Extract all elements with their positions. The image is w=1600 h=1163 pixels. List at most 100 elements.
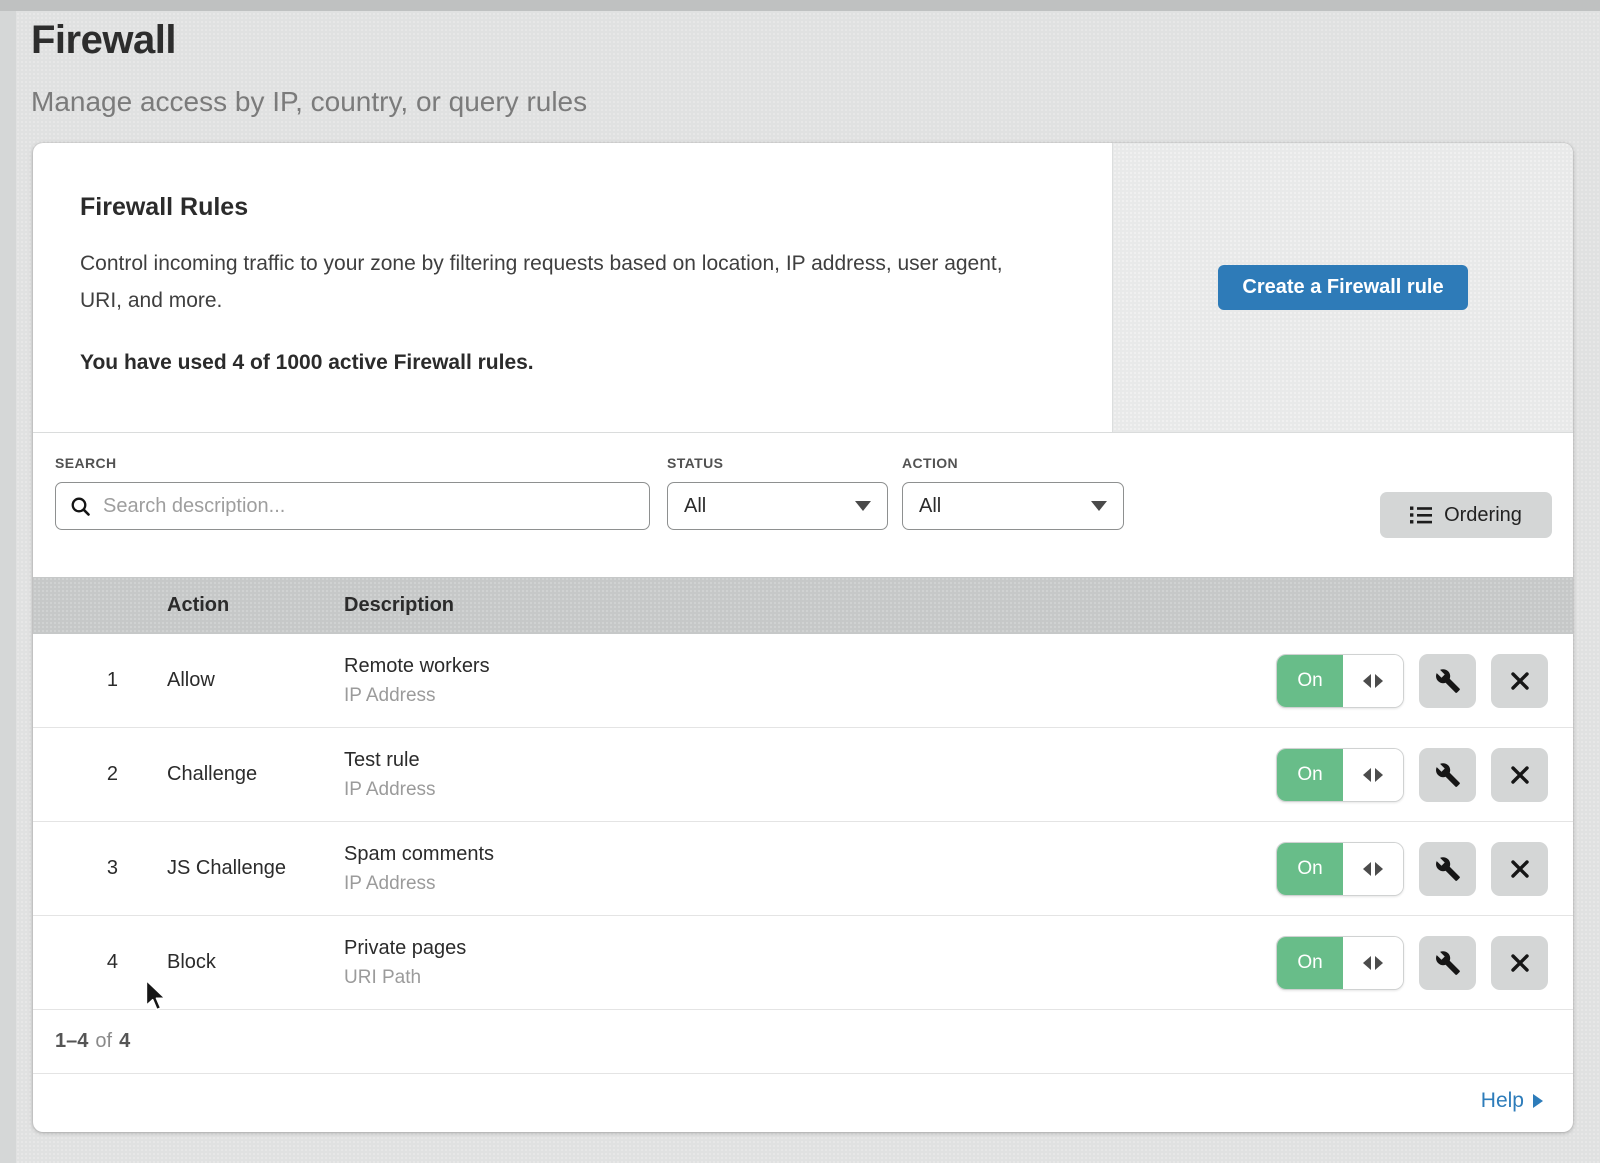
rule-priority: 4 [33,951,167,974]
table-header: Action Description [33,577,1573,634]
filter-bar: SEARCH STATUS All ACTION All [33,433,1573,577]
toggle-on-label: On [1277,937,1343,989]
edit-rule-button[interactable] [1419,654,1476,708]
rule-controls: On [1276,842,1573,896]
delete-rule-button[interactable] [1491,842,1548,896]
rule-enabled-toggle[interactable]: On [1276,748,1404,802]
page-subtitle: Manage access by IP, country, or query r… [31,64,587,118]
search-field: SEARCH [55,455,650,530]
rule-match-type: URI Path [344,967,1276,989]
card-description: Control incoming traffic to your zone by… [80,245,1035,319]
pagination-total: 4 [119,1030,130,1053]
edit-rule-button[interactable] [1419,842,1476,896]
close-icon [1509,670,1531,692]
wrench-icon [1435,762,1461,788]
rule-enabled-toggle[interactable]: On [1276,936,1404,990]
ordering-list-icon [1410,505,1432,525]
delete-rule-button[interactable] [1491,748,1548,802]
table-row: 1 Allow Remote workers IP Address On [33,634,1573,728]
pagination: 1–4 of 4 [33,1010,1573,1074]
wrench-icon [1435,856,1461,882]
rule-action: JS Challenge [167,857,344,880]
page-title: Firewall [31,11,587,64]
rule-priority: 1 [33,669,167,692]
rule-priority: 3 [33,857,167,880]
rule-match-type: IP Address [344,685,1276,707]
action-column-header: Action [167,594,344,617]
edit-rule-button[interactable] [1419,748,1476,802]
action-selected-value: All [919,495,941,518]
status-select[interactable]: All [667,482,888,530]
help-link-label: Help [1481,1089,1524,1113]
firewall-rules-intro-section: Firewall Rules Control incoming traffic … [33,143,1573,433]
rule-match-type: IP Address [344,779,1276,801]
toggle-handle-icon [1343,655,1403,707]
rule-enabled-toggle[interactable]: On [1276,842,1404,896]
rule-controls: On [1276,936,1573,990]
rule-description: Remote workers [344,655,1276,678]
create-rule-panel: Create a Firewall rule [1112,143,1573,432]
window-top-edge [0,0,1600,11]
rule-description-cell: Test rule IP Address [344,749,1276,801]
table-row: 4 Block Private pages URI Path On [33,916,1573,1010]
rule-controls: On [1276,748,1573,802]
pagination-of: of [95,1030,112,1053]
delete-rule-button[interactable] [1491,936,1548,990]
status-selected-value: All [684,495,706,518]
pagination-range: 1–4 [55,1030,88,1053]
wrench-icon [1435,950,1461,976]
rule-action: Challenge [167,763,344,786]
toggle-on-label: On [1277,843,1343,895]
status-label: STATUS [667,455,888,471]
toggle-on-label: On [1277,655,1343,707]
search-input-box[interactable] [55,482,650,530]
close-icon [1509,858,1531,880]
rule-enabled-toggle[interactable]: On [1276,654,1404,708]
toggle-handle-icon [1343,843,1403,895]
table-row: 2 Challenge Test rule IP Address On [33,728,1573,822]
help-link[interactable]: Help [1481,1089,1543,1113]
rule-description-cell: Spam comments IP Address [344,843,1276,895]
rule-description: Test rule [344,749,1276,772]
search-input[interactable] [103,495,635,518]
rule-description: Private pages [344,937,1276,960]
toggle-handle-icon [1343,937,1403,989]
action-field: ACTION All [902,455,1124,530]
chevron-right-icon [1533,1094,1543,1108]
status-field: STATUS All [667,455,888,530]
create-firewall-rule-button[interactable]: Create a Firewall rule [1218,265,1468,310]
rule-controls: On [1276,654,1573,708]
ordering-button-label: Ordering [1444,504,1522,527]
wrench-icon [1435,668,1461,694]
mouse-cursor [143,979,169,1013]
close-icon [1509,764,1531,786]
action-select[interactable]: All [902,482,1124,530]
rule-description-cell: Private pages URI Path [344,937,1276,989]
rule-priority: 2 [33,763,167,786]
rule-match-type: IP Address [344,873,1276,895]
card-heading: Firewall Rules [80,193,1052,222]
chevron-down-icon [855,501,871,511]
usage-summary: You have used 4 of 1000 active Firewall … [80,351,1052,375]
search-label: SEARCH [55,455,650,471]
firewall-rules-card: Firewall Rules Control incoming traffic … [33,143,1573,1132]
card-footer: Help [33,1074,1573,1128]
action-label: ACTION [902,455,1124,471]
toggle-on-label: On [1277,749,1343,801]
edit-rule-button[interactable] [1419,936,1476,990]
close-icon [1509,952,1531,974]
page-header: Firewall Manage access by IP, country, o… [31,11,587,118]
intro-text-panel: Firewall Rules Control incoming traffic … [33,143,1112,432]
window-left-edge [0,11,16,1163]
description-column-header: Description [344,594,1573,617]
rule-action: Block [167,951,344,974]
rule-action: Allow [167,669,344,692]
ordering-button[interactable]: Ordering [1380,492,1552,538]
search-icon [70,496,91,517]
chevron-down-icon [1091,501,1107,511]
delete-rule-button[interactable] [1491,654,1548,708]
toggle-handle-icon [1343,749,1403,801]
rule-description-cell: Remote workers IP Address [344,655,1276,707]
table-row: 3 JS Challenge Spam comments IP Address … [33,822,1573,916]
rule-description: Spam comments [344,843,1276,866]
